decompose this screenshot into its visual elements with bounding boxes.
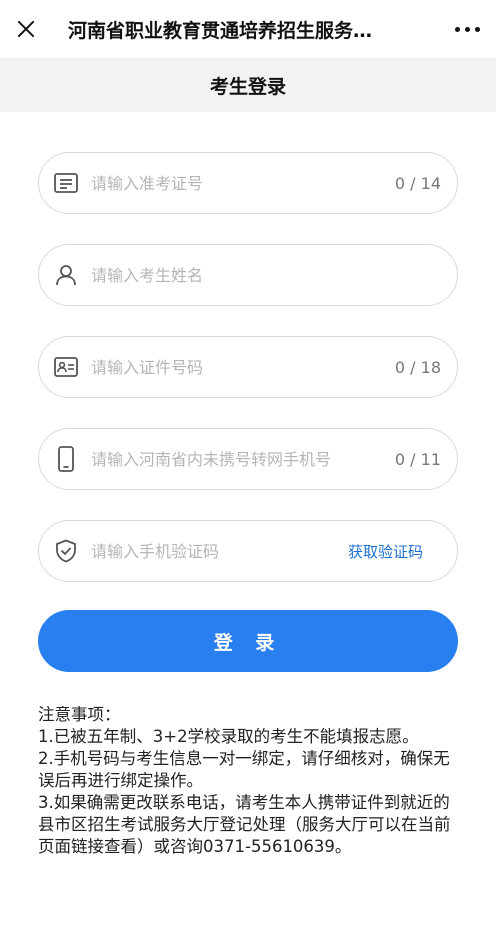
notice-section: 注意事项： 1.已被五年制、3+2学校录取的考生不能填报志愿。 2.手机号码与考… — [0, 672, 496, 858]
shield-check-icon — [53, 538, 79, 564]
exam-number-counter: 0 / 14 — [394, 173, 441, 193]
notice-item: 1.已被五年制、3+2学校录取的考生不能填报志愿。 — [38, 727, 419, 746]
id-number-field: 0 / 18 — [38, 336, 458, 398]
close-icon[interactable] — [14, 17, 38, 41]
id-number-counter: 0 / 18 — [394, 357, 441, 377]
more-icon[interactable] — [453, 23, 482, 36]
id-number-input[interactable] — [91, 357, 395, 377]
notice-heading: 注意事项： — [38, 705, 121, 724]
phone-icon — [53, 446, 79, 472]
id-document-icon — [53, 354, 79, 380]
id-card-icon — [53, 170, 79, 196]
exam-number-input[interactable] — [91, 173, 395, 193]
phone-field: 0 / 11 — [38, 428, 458, 490]
user-icon — [53, 262, 79, 288]
sms-code-field: 获取验证码 — [38, 520, 458, 582]
top-bar: 河南省职业教育贯通培养招生服务… — [0, 0, 496, 58]
notice-item: 3.如果确需更改联系电话，请考生本人携带证件到就近的县市区招生考试服务大厅登记处… — [38, 793, 451, 856]
phone-input[interactable] — [91, 449, 395, 469]
page-title: 考生登录 — [209, 75, 286, 98]
page-header: 考生登录 — [0, 58, 496, 112]
get-code-button[interactable]: 获取验证码 — [348, 541, 423, 562]
name-field — [38, 244, 458, 306]
login-button[interactable]: 登 录 — [38, 610, 458, 672]
sms-code-input[interactable] — [91, 541, 348, 561]
login-form: 0 / 14 0 / 18 — [0, 112, 496, 672]
exam-number-field: 0 / 14 — [38, 152, 458, 214]
phone-counter: 0 / 11 — [394, 449, 441, 469]
notice-item: 2.手机号码与考生信息一对一绑定，请仔细核对，确保无误后再进行绑定操作。 — [38, 749, 450, 790]
name-input[interactable] — [91, 265, 443, 285]
app-title: 河南省职业教育贯通培养招生服务… — [68, 19, 373, 42]
